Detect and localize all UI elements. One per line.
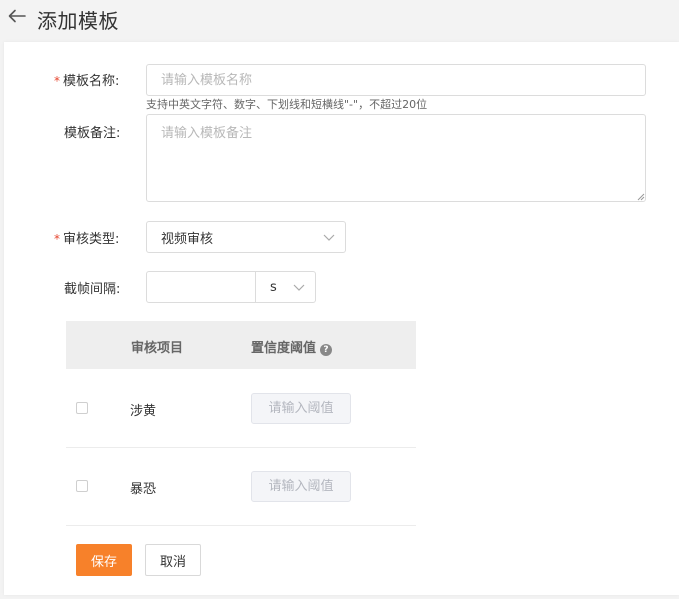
page-header: 添加模板 [0,0,679,40]
template-name-label: * 模板名称: [54,74,120,89]
required-mark: * [54,232,60,246]
template-name-hint: 支持中英文字符、数字、下划线和短横线"-"，不超过20位 [146,98,428,111]
column-header-threshold: 置信度阈值? [251,337,333,356]
arrow-left-icon [8,9,26,23]
template-note-wrapper [146,114,646,202]
page-title: 添加模板 [37,9,119,33]
required-mark: * [54,74,60,88]
row-checkbox-terror[interactable] [76,480,88,492]
resize-grip-icon[interactable] [637,193,645,201]
row-checkbox-porn[interactable] [76,402,88,414]
template-note-textarea[interactable] [146,114,646,202]
frame-interval-input[interactable] [146,271,257,303]
threshold-input-terror[interactable] [251,471,351,502]
review-items-table-header: 审核项目 置信度阈值? [66,321,416,369]
row-divider [66,447,416,448]
frame-interval-unit: s [270,279,277,295]
column-header-item: 审核项目 [131,341,184,356]
form-card: *模板名称: 支持中英文字符、数字、下划线和短横线"-"，不超过20位 模板备注… [4,42,679,595]
chevron-down-icon [293,284,305,291]
review-type-label: * 审核类型: [54,232,120,247]
chevron-down-icon [323,234,335,241]
frame-interval-unit-select[interactable]: s [255,271,316,303]
template-note-label: 模板备注: [64,126,121,141]
save-button[interactable]: 保存 [76,544,132,576]
row-divider [66,525,416,526]
cancel-button[interactable]: 取消 [145,544,201,576]
question-circle-icon[interactable]: ? [320,344,333,356]
review-type-value: 视频审核 [161,231,214,247]
review-type-select[interactable]: 视频审核 [146,221,346,253]
threshold-input-porn[interactable] [251,393,351,424]
back-button[interactable] [7,6,27,26]
frame-interval-label: 截帧间隔: [64,282,121,297]
review-item-terror: 暴恐 [130,482,157,497]
template-name-input[interactable] [146,64,646,96]
review-item-porn: 涉黄 [130,404,157,419]
